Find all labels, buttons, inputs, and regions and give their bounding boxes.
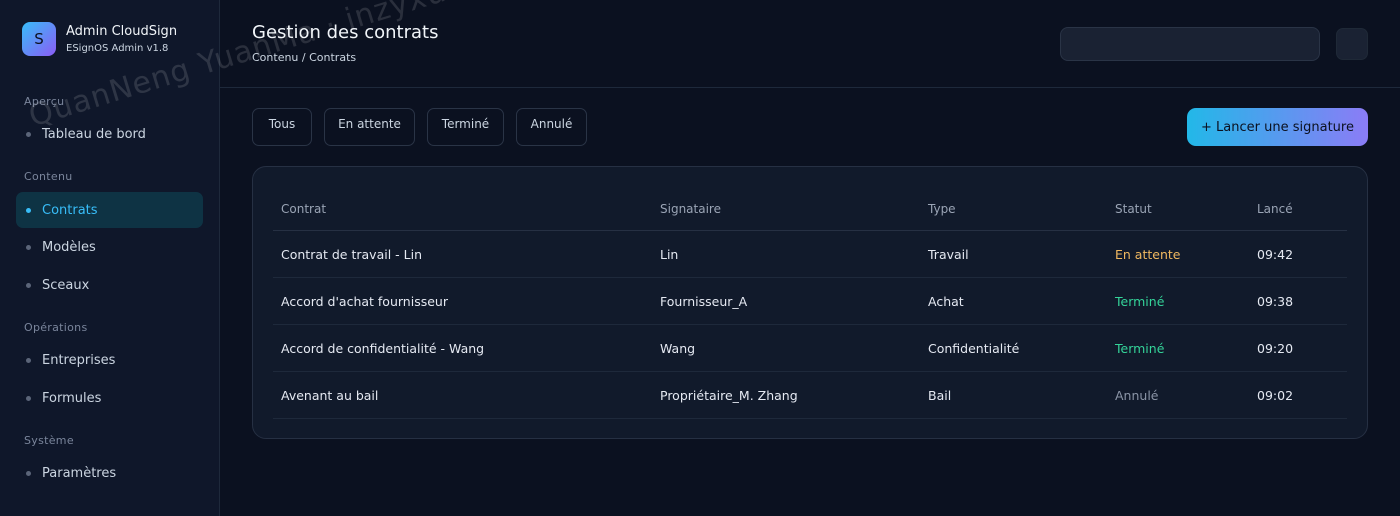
sidebar-item-label: Modèles (42, 239, 96, 255)
table-row[interactable]: Avenant au bail Propriétaire_M. Zhang Ba… (273, 372, 1347, 419)
dot-icon (26, 282, 31, 288)
status-badge: Annulé (1115, 388, 1159, 403)
cell-signer: Lin (660, 247, 679, 262)
search-input[interactable] (1060, 27, 1320, 61)
filter-cancelled[interactable]: Annulé (516, 108, 587, 146)
filter-done[interactable]: Terminé (427, 108, 504, 146)
sidebar: S Admin CloudSign ESignOS Admin v1.8 Ape… (0, 0, 220, 516)
launch-signature-button[interactable]: + Lancer une signature (1187, 108, 1368, 146)
table-header: Contrat Signataire Type Statut Lancé (273, 197, 1347, 231)
cell-contract: Accord d'achat fournisseur (281, 294, 448, 309)
header-icon-button[interactable] (1336, 28, 1368, 60)
cell-type: Achat (928, 294, 964, 309)
column-header-status[interactable]: Statut (1115, 202, 1152, 216)
sidebar-item-settings[interactable]: Paramètres (16, 455, 203, 491)
table-row[interactable]: Accord d'achat fournisseur Fournisseur_A… (273, 278, 1347, 325)
sidebar-item-dashboard[interactable]: Tableau de bord (16, 116, 203, 152)
section-title-operations: Opérations (24, 321, 88, 334)
sidebar-item-label: Paramètres (42, 465, 117, 481)
sidebar-item-label: Contrats (42, 202, 98, 218)
table-row[interactable]: Contrat de travail - Lin Lin Travail En … (273, 231, 1347, 278)
page-title: Gestion des contrats (252, 22, 439, 43)
column-header-contract[interactable]: Contrat (281, 202, 326, 216)
dot-icon (26, 357, 31, 363)
cell-contract: Contrat de travail - Lin (281, 247, 422, 262)
sidebar-item-contracts[interactable]: Contrats (16, 192, 203, 228)
sidebar-item-companies[interactable]: Entreprises (16, 342, 203, 378)
sidebar-item-label: Sceaux (42, 277, 90, 293)
cell-type: Confidentialité (928, 341, 1020, 356)
sidebar-item-seals[interactable]: Sceaux (16, 267, 203, 303)
cell-contract: Avenant au bail (281, 388, 379, 403)
cell-signer: Fournisseur_A (660, 294, 748, 309)
status-badge: Terminé (1115, 341, 1165, 356)
filter-all[interactable]: Tous (252, 108, 312, 146)
cell-type: Bail (928, 388, 952, 403)
status-badge: En attente (1115, 247, 1181, 262)
cell-signer: Propriétaire_M. Zhang (660, 388, 798, 403)
column-header-signer[interactable]: Signataire (660, 202, 721, 216)
column-header-launched[interactable]: Lancé (1257, 202, 1293, 216)
sidebar-item-label: Formules (42, 390, 102, 406)
sidebar-item-templates[interactable]: Modèles (16, 229, 203, 265)
brand-logo: S (22, 22, 56, 56)
filter-pending[interactable]: En attente (324, 108, 415, 146)
breadcrumb: Contenu / Contrats (252, 51, 357, 64)
cell-signer: Wang (660, 341, 696, 356)
table-row[interactable]: Accord de confidentialité - Wang Wang Co… (273, 325, 1347, 372)
cell-contract: Accord de confidentialité - Wang (281, 341, 485, 356)
sidebar-item-label: Entreprises (42, 352, 116, 368)
sidebar-item-plans[interactable]: Formules (16, 380, 203, 416)
section-title-contenu: Contenu (24, 170, 73, 183)
page-header: Gestion des contrats Contenu / Contrats (220, 0, 1400, 88)
cell-launched: 09:20 (1257, 341, 1294, 356)
dot-icon (26, 395, 31, 401)
brand-title: Admin CloudSign (66, 23, 178, 39)
dot-icon (26, 470, 31, 476)
column-header-type[interactable]: Type (928, 202, 956, 216)
section-title-systeme: Système (24, 434, 74, 447)
dot-icon (26, 244, 31, 250)
dot-icon (26, 131, 31, 137)
dot-icon (26, 207, 31, 213)
section-title-apercu: Aperçu (24, 95, 65, 108)
cell-launched: 09:42 (1257, 247, 1294, 262)
cell-type: Travail (928, 247, 969, 262)
brand-subtitle: ESignOS Admin v1.8 (66, 42, 169, 54)
brand: S Admin CloudSign ESignOS Admin v1.8 (22, 22, 177, 56)
status-badge: Terminé (1115, 294, 1165, 309)
contracts-table-card: Contrat Signataire Type Statut Lancé Con… (252, 166, 1368, 439)
sidebar-item-label: Tableau de bord (42, 126, 146, 142)
cell-launched: 09:38 (1257, 294, 1294, 309)
cell-launched: 09:02 (1257, 388, 1294, 403)
